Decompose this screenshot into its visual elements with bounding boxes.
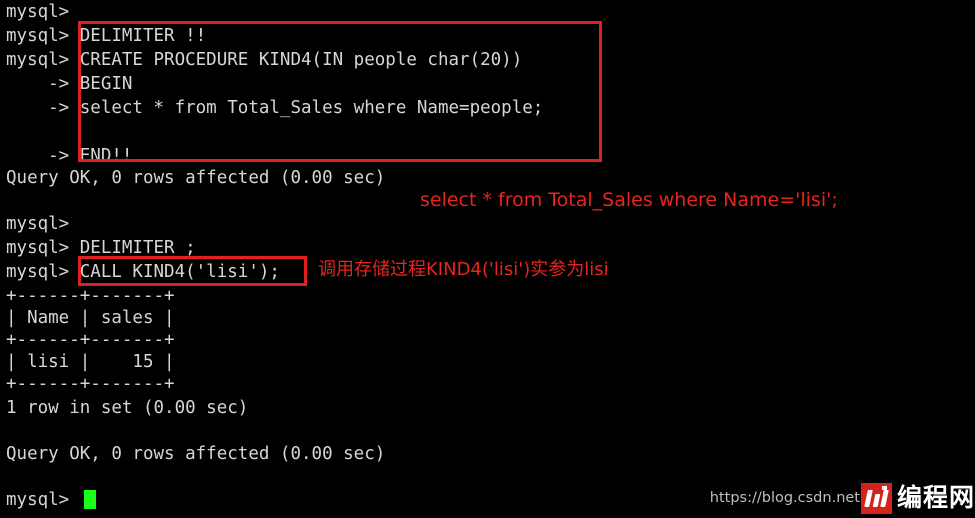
- terminal-line: | lisi | 15 |: [6, 352, 175, 372]
- terminal-line: +------+-------+: [6, 330, 175, 350]
- terminal-line: mysql>: [6, 2, 70, 22]
- terminal-line: +------+-------+: [6, 374, 175, 394]
- brand-logo-icon: [860, 482, 892, 514]
- watermark: https://blog.csdn.net 编程网: [710, 482, 975, 514]
- terminal-window: mysql> mysql> DELIMITER !! mysql> CREATE…: [0, 0, 975, 518]
- brand-name: 编程网: [896, 483, 975, 512]
- terminal-line: | Name | sales |: [6, 308, 175, 328]
- terminal-line: -> BEGIN: [6, 74, 133, 94]
- terminal-line: 1 row in set (0.00 sec): [6, 398, 249, 418]
- terminal-line: Query OK, 0 rows affected (0.00 sec): [6, 444, 386, 464]
- terminal-line: Query OK, 0 rows affected (0.00 sec): [6, 168, 386, 188]
- terminal-line: mysql> DELIMITER !!: [6, 26, 207, 46]
- select-equivalent-annotation: select * from Total_Sales where Name='li…: [420, 189, 838, 211]
- watermark-url: https://blog.csdn.net: [709, 490, 860, 506]
- terminal-line: mysql> DELIMITER ;: [6, 238, 196, 258]
- terminal-line: +------+-------+: [6, 286, 175, 306]
- terminal-line: mysql>: [6, 214, 70, 234]
- terminal-line: -> select * from Total_Sales where Name=…: [6, 98, 544, 118]
- terminal-prompt-last: mysql>: [6, 490, 70, 510]
- terminal-line: mysql> CREATE PROCEDURE KIND4(IN people …: [6, 50, 523, 70]
- terminal-line: mysql> CALL KIND4('lisi');: [6, 262, 280, 282]
- call-explanation-annotation: 调用存储过程KIND4('lisi')实参为lisi: [318, 259, 609, 280]
- terminal-line: -> END!!: [6, 146, 133, 166]
- terminal-cursor: [84, 490, 96, 509]
